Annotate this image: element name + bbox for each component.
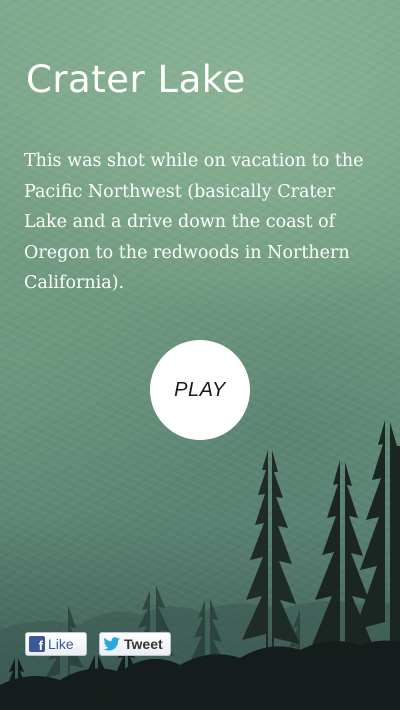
- social-buttons: f Like Tweet: [25, 632, 171, 656]
- tweet-button[interactable]: Tweet: [99, 632, 171, 656]
- facebook-icon: f: [29, 636, 45, 652]
- twitter-bird-icon: [103, 637, 121, 651]
- page-title: Crater Lake: [26, 58, 246, 101]
- forest-silhouette: [0, 420, 400, 710]
- description-text: This was shot while on vacation to the P…: [24, 151, 364, 293]
- tweet-label: Tweet: [124, 636, 163, 652]
- play-button-label: PLAY: [174, 378, 226, 401]
- facebook-like-button[interactable]: f Like: [25, 632, 87, 656]
- like-label: Like: [48, 636, 74, 652]
- play-button[interactable]: PLAY: [150, 340, 250, 440]
